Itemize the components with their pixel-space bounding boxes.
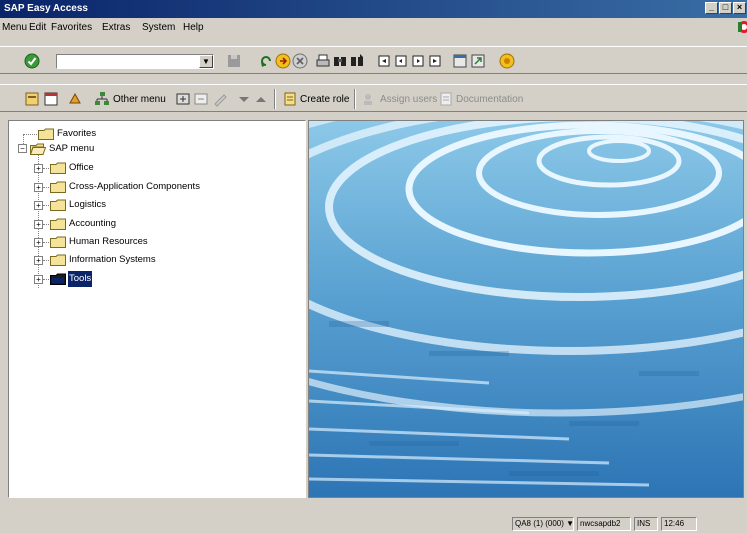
- tree-connector: [43, 279, 49, 281]
- previous-page-icon[interactable]: [393, 53, 409, 69]
- tree-node-human-resources[interactable]: Human Resources: [69, 234, 148, 250]
- assign-users-icon: [364, 94, 372, 105]
- create-role-icon[interactable]: [282, 91, 298, 107]
- menu-item-extras[interactable]: Extras: [102, 22, 130, 33]
- other-menu-button[interactable]: Other menu: [113, 94, 166, 105]
- expand-icon[interactable]: +: [34, 164, 43, 173]
- standard-toolbar: ▼: [0, 46, 747, 74]
- folder-icon: [50, 236, 66, 248]
- status-system-text: QA8 (1) (000): [515, 519, 564, 528]
- expand-icon[interactable]: +: [34, 183, 43, 192]
- move-down-icon[interactable]: [236, 91, 252, 107]
- last-page-icon[interactable]: [427, 53, 443, 69]
- tree-node-logistics[interactable]: Logistics: [69, 197, 106, 213]
- folder-icon: [38, 128, 54, 140]
- open-folder-icon: [30, 143, 46, 155]
- tree-node-sap-menu[interactable]: SAP menu: [49, 141, 94, 157]
- folder-icon: [50, 273, 66, 285]
- documentation-button[interactable]: Documentation: [456, 94, 523, 105]
- tree-connector: [43, 224, 49, 226]
- find-icon[interactable]: [332, 53, 348, 69]
- tree-connector: [43, 168, 49, 170]
- tree-node-information-systems[interactable]: Information Systems: [69, 252, 156, 268]
- other-menu-icon[interactable]: [94, 91, 110, 107]
- command-field-dropdown[interactable]: ▼: [199, 55, 213, 68]
- window-title: SAP Easy Access: [4, 3, 88, 14]
- title-bar: SAP Easy Access _ □ ×: [0, 0, 747, 18]
- menu-item-help[interactable]: Help: [183, 22, 204, 33]
- tree-connector: [43, 242, 49, 244]
- folder-icon: [50, 254, 66, 266]
- status-mode: INS: [634, 517, 658, 531]
- find-next-icon[interactable]: [349, 53, 365, 69]
- expand-icon[interactable]: +: [34, 220, 43, 229]
- status-time: 12:46: [661, 517, 697, 531]
- easy-access-background-image: [308, 120, 744, 498]
- collapse-icon[interactable]: −: [18, 144, 27, 153]
- print-icon[interactable]: [315, 53, 331, 69]
- create-role-button[interactable]: Create role: [300, 94, 349, 105]
- cancel-icon[interactable]: [292, 53, 308, 69]
- menu-item-edit[interactable]: Edit: [29, 22, 46, 33]
- assign-users-button[interactable]: Assign users: [380, 94, 437, 105]
- tree-node-accounting[interactable]: Accounting: [69, 216, 116, 232]
- menu-item-system[interactable]: System: [142, 22, 175, 33]
- create-session-icon[interactable]: [452, 53, 468, 69]
- menu-item-menu[interactable]: Menu: [2, 22, 27, 33]
- folder-icon: [50, 181, 66, 193]
- tree-connector: [43, 205, 49, 207]
- expand-icon[interactable]: +: [34, 238, 43, 247]
- sap-logo-icon: [738, 21, 747, 33]
- application-toolbar: Other menu Create role Assign users Docu…: [0, 84, 747, 112]
- first-page-icon[interactable]: [376, 53, 392, 69]
- tree-connector: [43, 187, 49, 189]
- status-system[interactable]: QA8 (1) (000) ▼: [512, 517, 574, 531]
- shortcut-icon[interactable]: [470, 53, 486, 69]
- command-field[interactable]: [56, 54, 214, 69]
- tree-connector: [43, 260, 49, 262]
- chevron-down-icon: ▼: [563, 519, 575, 528]
- exit-icon[interactable]: [275, 53, 291, 69]
- change-favorite-icon[interactable]: [212, 91, 228, 107]
- toolbar-separator: [274, 89, 276, 109]
- menu-item-favorites[interactable]: Favorites: [51, 22, 92, 33]
- toolbar-separator: [354, 89, 356, 109]
- folder-icon: [50, 162, 66, 174]
- folder-icon: [50, 218, 66, 230]
- user-menu-icon[interactable]: [43, 91, 59, 107]
- expand-icon[interactable]: +: [34, 275, 43, 284]
- back-icon[interactable]: [258, 53, 274, 69]
- close-button[interactable]: ×: [733, 2, 746, 14]
- expand-icon[interactable]: +: [34, 256, 43, 265]
- expand-icon[interactable]: +: [34, 201, 43, 210]
- next-page-icon[interactable]: [410, 53, 426, 69]
- folder-icon: [50, 199, 66, 211]
- enter-icon[interactable]: [24, 53, 40, 69]
- tree-node-cross-application-components[interactable]: Cross-Application Components: [69, 179, 200, 195]
- maximize-button[interactable]: □: [719, 2, 732, 14]
- tree-node-favorites[interactable]: Favorites: [57, 126, 96, 142]
- navigation-tree: Favorites − SAP menu + Office + Cross-Ap…: [8, 120, 306, 498]
- add-to-favorites-icon[interactable]: [175, 91, 191, 107]
- tree-node-office[interactable]: Office: [69, 160, 94, 176]
- water-ripple-image: [309, 121, 743, 497]
- minimize-button[interactable]: _: [705, 2, 718, 14]
- move-up-icon[interactable]: [253, 91, 269, 107]
- help-icon[interactable]: [499, 53, 515, 69]
- menu-view-icon[interactable]: [24, 91, 40, 107]
- save-icon[interactable]: [226, 53, 242, 69]
- sap-menu-icon[interactable]: [67, 91, 83, 107]
- documentation-icon: [440, 92, 452, 106]
- status-server: nwcsapdb2: [577, 517, 631, 531]
- status-bar: QA8 (1) (000) ▼ nwcsapdb2 INS 12:46: [0, 515, 747, 533]
- delete-favorite-icon[interactable]: [193, 91, 209, 107]
- tree-connector: [23, 134, 37, 136]
- menu-bar: Menu Edit Favorites Extras System Help: [0, 20, 747, 36]
- tree-node-tools[interactable]: Tools: [68, 271, 93, 287]
